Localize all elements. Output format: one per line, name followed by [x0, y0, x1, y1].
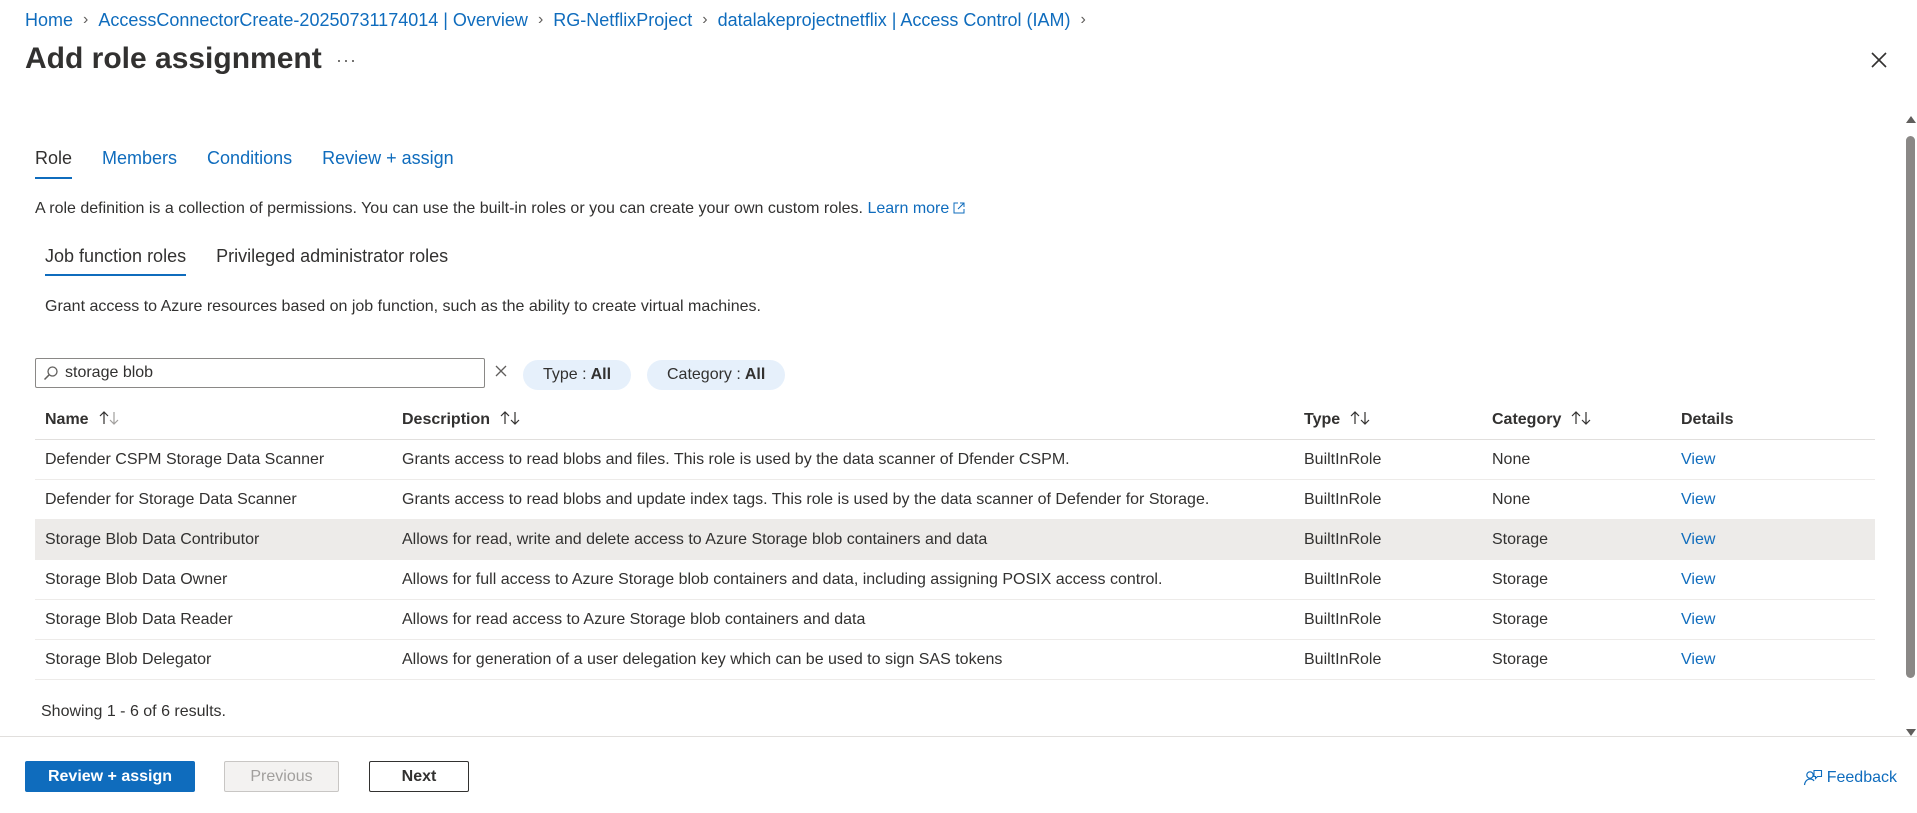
type-filter-label: Type : — [543, 366, 587, 383]
chevron-right-icon: › — [537, 11, 544, 28]
tab-privileged-admin-roles[interactable]: Privileged administrator roles — [216, 246, 448, 276]
view-details-link[interactable]: View — [1681, 491, 1715, 508]
sort-ascending-icon[interactable] — [99, 410, 121, 425]
search-icon — [43, 366, 58, 381]
role-category: None — [1492, 490, 1531, 508]
tab-conditions[interactable]: Conditions — [207, 148, 292, 179]
previous-button[interactable]: Previous — [224, 761, 339, 792]
wizard-tabs: Role Members Conditions Review + assign — [35, 148, 484, 179]
role-name: Defender for Storage Data Scanner — [45, 490, 297, 508]
type-filter-pill[interactable]: Type : All — [523, 360, 632, 390]
feedback-link[interactable]: Feedback — [1803, 768, 1897, 788]
table-row-selected[interactable]: Storage Blob Data Contributor Allows for… — [35, 520, 1875, 560]
role-name: Defender CSPM Storage Data Scanner — [45, 450, 325, 468]
vertical-scrollbar[interactable] — [1903, 116, 1917, 736]
chevron-right-icon: › — [83, 11, 89, 28]
view-details-link[interactable]: View — [1681, 531, 1715, 548]
role-name: Storage Blob Data Contributor — [45, 530, 260, 548]
role-category: Storage — [1492, 570, 1549, 588]
scroll-down-arrow-icon[interactable] — [1906, 729, 1916, 736]
role-description: Grants access to read blobs and update i… — [402, 490, 1210, 508]
column-header-name[interactable]: Name — [35, 411, 402, 429]
chevron-right-icon: › — [1080, 11, 1086, 28]
table-row[interactable]: Defender CSPM Storage Data Scanner Grant… — [35, 440, 1875, 480]
more-options-icon[interactable]: ··· — [336, 50, 357, 71]
role-category: None — [1492, 450, 1531, 468]
sort-icon[interactable] — [1350, 410, 1372, 425]
tab-review-assign[interactable]: Review + assign — [322, 148, 454, 179]
breadcrumb-access-connector[interactable]: AccessConnectorCreate-20250731174014 | O… — [98, 10, 528, 31]
role-description: Allows for generation of a user delegati… — [402, 650, 1003, 668]
role-category: Storage — [1492, 650, 1549, 668]
table-header-row: Name Description Type Category Details — [35, 400, 1875, 440]
category-filter-pill[interactable]: Category : All — [647, 360, 786, 390]
page-title: Add role assignment — [25, 42, 322, 75]
column-category-label: Category — [1492, 410, 1562, 428]
scroll-up-arrow-icon[interactable] — [1906, 116, 1916, 123]
role-name: Storage Blob Data Owner — [45, 570, 228, 588]
view-details-link[interactable]: View — [1681, 571, 1715, 588]
scrollbar-thumb[interactable] — [1906, 136, 1915, 678]
table-row[interactable]: Defender for Storage Data Scanner Grants… — [35, 480, 1875, 520]
column-header-description[interactable]: Description — [402, 411, 1304, 429]
role-type: BuiltInRole — [1304, 610, 1382, 628]
breadcrumb-home[interactable]: Home — [25, 10, 73, 31]
external-link-icon — [953, 202, 965, 214]
learn-more-link[interactable]: Learn more — [867, 200, 965, 217]
role-definition-intro: A role definition is a collection of per… — [35, 200, 965, 218]
sort-icon[interactable] — [1571, 410, 1593, 425]
clear-search-icon[interactable] — [494, 364, 508, 378]
breadcrumb-resource-group[interactable]: RG-NetflixProject — [553, 10, 692, 31]
column-name-label: Name — [45, 410, 89, 428]
table-row[interactable]: Storage Blob Data Owner Allows for full … — [35, 560, 1875, 600]
view-details-link[interactable]: View — [1681, 651, 1715, 668]
role-description: Allows for full access to Azure Storage … — [402, 570, 1163, 588]
breadcrumb-iam[interactable]: datalakeprojectnetflix | Access Control … — [718, 10, 1071, 31]
type-filter-value: All — [590, 366, 612, 383]
column-type-label: Type — [1304, 410, 1341, 428]
role-category: Storage — [1492, 610, 1549, 628]
column-header-category[interactable]: Category — [1492, 411, 1681, 429]
intro-text: A role definition is a collection of per… — [35, 200, 863, 217]
feedback-icon — [1803, 769, 1822, 786]
role-type: BuiltInRole — [1304, 530, 1382, 548]
table-row[interactable]: Storage Blob Data Reader Allows for read… — [35, 600, 1875, 640]
column-header-details: Details — [1681, 410, 1734, 428]
column-description-label: Description — [402, 410, 491, 428]
feedback-label: Feedback — [1826, 769, 1897, 786]
view-details-link[interactable]: View — [1681, 451, 1715, 468]
role-description: Allows for read, write and delete access… — [402, 530, 988, 548]
tab-role[interactable]: Role — [35, 148, 73, 179]
roles-table: Name Description Type Category Details D… — [35, 400, 1875, 680]
footer-divider — [0, 736, 1917, 737]
role-name: Storage Blob Data Reader — [45, 610, 233, 628]
tab-job-function-roles[interactable]: Job function roles — [45, 246, 187, 276]
role-type-tabs: Job function roles Privileged administra… — [45, 246, 478, 276]
review-assign-button[interactable]: Review + assign — [25, 761, 195, 792]
learn-more-label: Learn more — [867, 200, 950, 217]
category-filter-value: All — [744, 366, 766, 383]
chevron-right-icon: › — [702, 11, 708, 28]
results-count: Showing 1 - 6 of 6 results. — [41, 703, 226, 720]
role-category: Storage — [1492, 530, 1549, 548]
role-description: Allows for read access to Azure Storage … — [402, 610, 866, 628]
role-type: BuiltInRole — [1304, 570, 1382, 588]
role-description: Grants access to read blobs and files. T… — [402, 450, 1070, 468]
role-name: Storage Blob Delegator — [45, 650, 212, 668]
table-row[interactable]: Storage Blob Delegator Allows for genera… — [35, 640, 1875, 680]
sort-icon[interactable] — [500, 410, 522, 425]
view-details-link[interactable]: View — [1681, 611, 1715, 628]
role-type: BuiltInRole — [1304, 450, 1382, 468]
role-type: BuiltInRole — [1304, 490, 1382, 508]
breadcrumb: Home › AccessConnectorCreate-20250731174… — [25, 8, 1096, 32]
search-input[interactable] — [65, 364, 465, 382]
close-icon[interactable] — [1869, 50, 1889, 70]
next-button[interactable]: Next — [369, 761, 469, 792]
search-box — [35, 358, 485, 388]
role-type: BuiltInRole — [1304, 650, 1382, 668]
category-filter-label: Category : — [667, 366, 741, 383]
column-header-type[interactable]: Type — [1304, 411, 1492, 429]
job-function-intro: Grant access to Azure resources based on… — [45, 298, 761, 315]
tab-members[interactable]: Members — [102, 148, 177, 179]
